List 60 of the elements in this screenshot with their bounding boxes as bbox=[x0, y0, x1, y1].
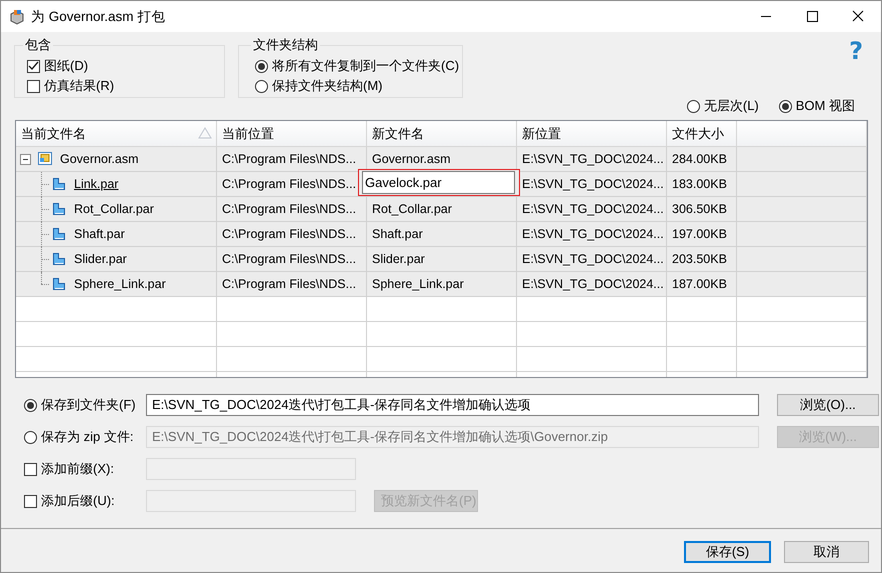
table-cell: Sphere_Link.par bbox=[367, 272, 517, 296]
checkbox[interactable] bbox=[27, 60, 40, 72]
table-cell: 203.50KB bbox=[667, 247, 737, 271]
table-cell: C:\Program Files\NDS... bbox=[217, 197, 367, 221]
group-title: 包含 bbox=[24, 36, 52, 54]
package-icon bbox=[9, 8, 25, 24]
radio-label[interactable]: 无层次(L) bbox=[704, 97, 759, 115]
table-cell: 197.00KB bbox=[667, 222, 737, 246]
table-cell: E:\SVN_TG_DOC\2024... bbox=[517, 172, 667, 196]
table-cell: Rot_Collar.par bbox=[367, 197, 517, 221]
table-cell: E:\SVN_TG_DOC\2024... bbox=[517, 197, 667, 221]
checkbox[interactable] bbox=[27, 80, 40, 92]
file-name[interactable]: Sphere_Link.par bbox=[74, 277, 166, 291]
column-header[interactable]: 新位置 bbox=[517, 124, 561, 142]
table-cell: E:\SVN_TG_DOC\2024... bbox=[517, 247, 667, 271]
part-icon bbox=[51, 201, 67, 217]
table-cell: C:\Program Files\NDS... bbox=[217, 247, 367, 271]
assembly-icon bbox=[37, 151, 53, 167]
part-icon bbox=[51, 176, 67, 192]
column-header[interactable]: 新文件名 bbox=[367, 124, 424, 142]
radio-button[interactable] bbox=[24, 398, 37, 412]
radio-button[interactable] bbox=[255, 80, 268, 92]
window-title: 为 Governor.asm 打包 bbox=[31, 8, 166, 26]
file-name[interactable]: Link.par bbox=[74, 177, 118, 191]
checkbox-label[interactable]: 图纸(D) bbox=[44, 57, 88, 75]
radio-label[interactable]: BOM 视图 bbox=[796, 97, 855, 115]
save-button[interactable]: 保存(S) bbox=[684, 541, 771, 563]
column-header[interactable]: 文件大小 bbox=[667, 124, 724, 142]
file-name[interactable]: Slider.par bbox=[74, 252, 127, 266]
group-title: 文件夹结构 bbox=[252, 36, 319, 54]
file-name[interactable]: Shaft.par bbox=[74, 227, 125, 241]
table-cell: 187.00KB bbox=[667, 272, 737, 296]
table-cell: 284.00KB bbox=[667, 147, 737, 171]
input-field[interactable]: E:\SVN_TG_DOC\2024迭代\打包工具-保存同名文件增加确认选项 bbox=[146, 394, 759, 416]
table-cell: Shaft.par bbox=[367, 222, 517, 246]
table-cell: C:\Program Files\NDS... bbox=[217, 222, 367, 246]
column-header[interactable]: 当前位置 bbox=[217, 124, 274, 142]
file-name[interactable]: Rot_Collar.par bbox=[74, 202, 154, 216]
table-cell: C:\Program Files\NDS... bbox=[217, 272, 367, 296]
radio-label[interactable]: 将所有文件复制到一个文件夹(C) bbox=[272, 57, 460, 75]
part-icon bbox=[51, 276, 67, 292]
radio-label[interactable]: 保持文件夹结构(M) bbox=[272, 77, 382, 95]
part-icon bbox=[51, 251, 67, 267]
radio-button[interactable] bbox=[255, 60, 268, 72]
table-cell: Slider.par bbox=[367, 247, 517, 271]
table-cell: 183.00KB bbox=[667, 172, 737, 196]
radio-button[interactable] bbox=[686, 100, 700, 112]
column-header[interactable]: 当前文件名 bbox=[16, 124, 86, 142]
radio-button[interactable] bbox=[778, 100, 792, 112]
table-cell: E:\SVN_TG_DOC\2024... bbox=[517, 272, 667, 296]
checkbox-label[interactable]: 仿真结果(R) bbox=[44, 77, 114, 95]
table-cell: E:\SVN_TG_DOC\2024... bbox=[517, 222, 667, 246]
input-field[interactable]: Gavelock.par bbox=[362, 171, 515, 194]
file-name[interactable]: Governor.asm bbox=[60, 152, 139, 166]
radio-label[interactable]: 保存到文件夹(F) bbox=[41, 396, 136, 414]
collapse-toggle[interactable] bbox=[20, 154, 31, 164]
browse-button[interactable]: 浏览(O)... bbox=[777, 394, 879, 416]
part-icon bbox=[51, 226, 67, 242]
table-cell: 306.50KB bbox=[667, 197, 737, 221]
cancel-button[interactable]: 取消 bbox=[784, 541, 869, 563]
